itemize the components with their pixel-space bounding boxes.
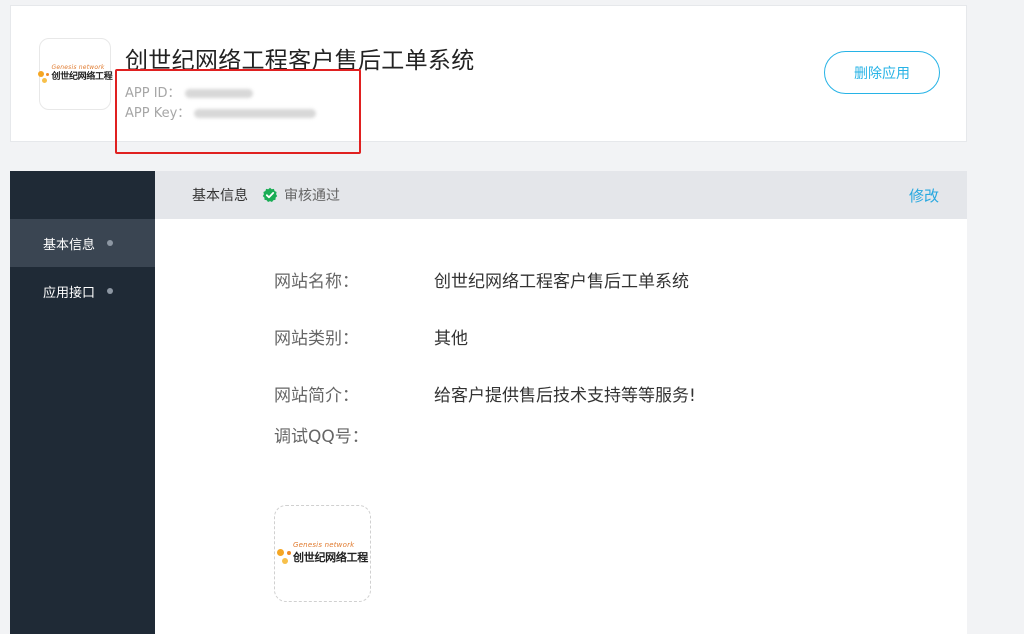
field-label-site-name: 网站名称： [274, 272, 359, 292]
app-header-card: Genesis network 创世纪网络工程 创世纪网络工程客户售后工单系统 … [10, 5, 967, 154]
sidebar-item-basic-info[interactable]: 基本信息 [10, 219, 155, 267]
logo-dots-icon [37, 70, 50, 85]
app-logo: Genesis network 创世纪网络工程 [37, 38, 113, 110]
genesis-logo-icon: Genesis network 创世纪网络工程 [37, 63, 113, 85]
dot-icon [107, 288, 114, 294]
logo-dots-icon [277, 549, 292, 566]
section-title: 基本信息 [192, 188, 248, 204]
edit-link[interactable]: 修改 [909, 185, 939, 206]
sidebar-item-label: 应用接口 [43, 285, 96, 301]
check-badge-icon [262, 187, 278, 203]
field-label-debug-qq: 调试QQ号： [274, 427, 369, 447]
sidebar: 基本信息 应用接口 [10, 171, 155, 634]
field-value-site-category: 其他 [434, 329, 468, 349]
main-panel: 基本信息 审核通过 修改 网站名称： 创世纪网络工程客户售后工单系统 网站类别：… [155, 171, 967, 634]
logo-english-text: Genesis network [51, 63, 105, 71]
app-detail-page: Genesis network 创世纪网络工程 创世纪网络工程客户售后工单系统 … [0, 0, 1024, 634]
genesis-logo-icon: Genesis network 创世纪网络工程 [277, 541, 368, 566]
review-status-badge: 审核通过 [284, 188, 340, 204]
logo-chinese-text: 创世纪网络工程 [51, 72, 113, 82]
sidebar-item-label: 基本信息 [43, 237, 96, 253]
site-logo-preview: Genesis network 创世纪网络工程 [274, 505, 371, 602]
section-header: 基本信息 审核通过 修改 [155, 171, 967, 219]
delete-app-button[interactable]: 删除应用 [824, 51, 940, 94]
dot-icon [107, 240, 114, 246]
field-value-site-name: 创世纪网络工程客户售后工单系统 [434, 272, 689, 292]
field-label-site-category: 网站类别： [274, 329, 359, 349]
field-value-site-intro: 给客户提供售后技术支持等等服务! [434, 386, 696, 406]
logo-english-text: Genesis network [293, 541, 355, 549]
highlight-annotation-box [115, 69, 361, 154]
field-label-site-intro: 网站简介： [274, 386, 359, 406]
sidebar-item-app-api[interactable]: 应用接口 [10, 267, 155, 315]
logo-chinese-text: 创世纪网络工程 [293, 551, 368, 564]
